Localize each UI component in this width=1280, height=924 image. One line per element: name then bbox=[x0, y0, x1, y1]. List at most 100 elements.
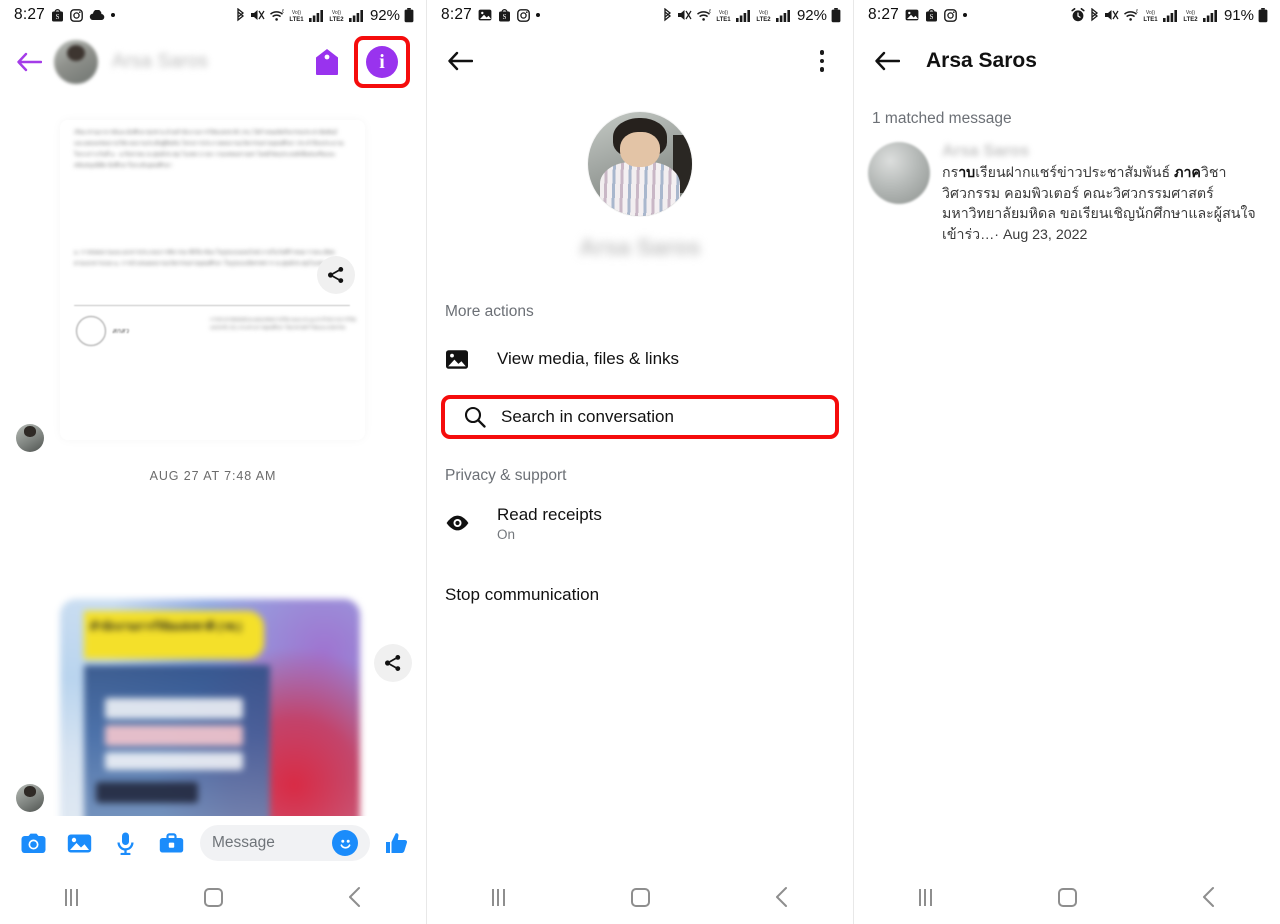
briefcase-icon[interactable] bbox=[148, 832, 194, 854]
battery-icon bbox=[404, 7, 414, 23]
microphone-icon[interactable] bbox=[102, 832, 148, 855]
avatar[interactable] bbox=[54, 40, 98, 84]
status-time-2: 8:27 bbox=[441, 6, 472, 23]
shopee-icon: S bbox=[51, 8, 64, 22]
stop-communication-button[interactable]: Stop communication bbox=[427, 585, 853, 605]
more-options-button[interactable] bbox=[807, 50, 837, 72]
menu-item-read-receipts[interactable]: Read receipts On bbox=[427, 495, 853, 551]
panel-conversation: 8:27 S 6 bbox=[0, 0, 427, 924]
volte-lte2-icon: Vo)) LTE2 bbox=[755, 8, 772, 23]
snippet-line1-bold: าบ bbox=[958, 165, 976, 181]
svg-text:6: 6 bbox=[709, 9, 711, 15]
svg-text:Vo)): Vo)) bbox=[1186, 10, 1196, 16]
snippet-line1-bold2: ภาค bbox=[1174, 165, 1201, 181]
status-time: 8:27 bbox=[14, 6, 45, 23]
share-button[interactable] bbox=[317, 256, 355, 294]
recent-apps-button[interactable] bbox=[895, 888, 955, 906]
profile-avatar[interactable] bbox=[588, 112, 692, 216]
battery-icon bbox=[1258, 7, 1268, 23]
bluetooth-icon bbox=[1089, 7, 1100, 23]
emoji-icon[interactable] bbox=[332, 830, 358, 856]
info-button-highlight[interactable]: i bbox=[354, 36, 410, 88]
volte-lte1-icon: Vo)) LTE1 bbox=[715, 8, 732, 23]
message-thread[interactable]: เรียน ท่านอาจารย์และนักศึกษาทุกท่าน ด้วย… bbox=[0, 94, 426, 899]
result-avatar bbox=[868, 142, 930, 204]
menu-item-label: Read receipts bbox=[497, 504, 602, 524]
photo-shape-2 bbox=[105, 725, 243, 746]
snippet-line1-mid: เรียนฝากแชร์ข่าวประชาสัมพันธ์ bbox=[975, 165, 1175, 181]
volte-lte1-icon: Vo)) LTE1 bbox=[288, 8, 305, 23]
svg-text:S: S bbox=[56, 13, 60, 21]
back-button[interactable] bbox=[12, 45, 46, 79]
status-time-3: 8:27 bbox=[868, 6, 899, 23]
volte-lte2-icon: Vo)) LTE2 bbox=[1182, 8, 1199, 23]
thumbs-up-icon[interactable] bbox=[376, 831, 416, 855]
svg-text:Vo)): Vo)) bbox=[759, 10, 769, 16]
shopee-icon: S bbox=[498, 8, 511, 22]
recent-apps-button[interactable] bbox=[468, 888, 528, 906]
shopee-icon: S bbox=[925, 8, 938, 22]
battery-percent-2: 92% bbox=[796, 6, 827, 24]
doc-text-blur: เรียน ท่านอาจารย์และนักศึกษาทุกท่าน ด้วย… bbox=[74, 130, 344, 169]
cloud-icon bbox=[89, 9, 105, 21]
menu-item-search-in-conversation-highlight[interactable]: Search in conversation bbox=[441, 395, 839, 439]
back-button[interactable] bbox=[870, 44, 904, 78]
home-button[interactable] bbox=[183, 887, 243, 907]
back-nav-button[interactable] bbox=[752, 886, 812, 908]
sender-avatar-2[interactable] bbox=[16, 784, 44, 812]
contact-name[interactable]: Arsa Saros bbox=[112, 51, 208, 73]
menu-item-text-block: Read receipts On bbox=[497, 505, 602, 542]
back-nav-button[interactable] bbox=[325, 886, 385, 908]
svg-text:Vo)): Vo)) bbox=[292, 10, 302, 16]
camera-icon[interactable] bbox=[10, 833, 56, 854]
signal1-icon bbox=[1162, 9, 1178, 22]
volte-lte2-icon: Vo)) LTE2 bbox=[328, 8, 345, 23]
back-button[interactable] bbox=[443, 44, 477, 78]
mute-icon bbox=[250, 8, 265, 22]
wifi-icon: 6 bbox=[1123, 9, 1138, 22]
doc-text-blur-2: ๑. การส่งผลงานและเอกสารประกอบการพิจารณาท… bbox=[74, 250, 335, 267]
bluetooth-icon bbox=[662, 7, 673, 23]
volte-lte1-icon: Vo)) LTE1 bbox=[1142, 8, 1159, 23]
menu-item-label: View media, files & links bbox=[497, 349, 680, 368]
sender-avatar[interactable] bbox=[16, 424, 44, 452]
svg-text:LTE1: LTE1 bbox=[716, 17, 731, 23]
status-bar-right-3: 6 Vo)) LTE1 Vo)) LTE2 91% bbox=[1071, 7, 1268, 24]
gallery-icon[interactable] bbox=[56, 833, 102, 854]
menu-item-view-media[interactable]: View media, files & links bbox=[427, 331, 853, 387]
menu-item-sublabel: On bbox=[497, 526, 516, 542]
status-bar-left-2: 8:27 S bbox=[441, 6, 540, 24]
alarm-icon bbox=[1071, 8, 1085, 22]
search-result-item[interactable]: Arsa Saros กราบเรียนฝากแชร์ข่าวประชาสัมพ… bbox=[854, 128, 1280, 245]
doc-footer: สกสว bbox=[76, 316, 129, 346]
image-icon bbox=[445, 349, 497, 370]
message-composer: Message bbox=[0, 816, 426, 870]
signal1-icon bbox=[308, 9, 324, 22]
snippet-line1-pre: กร bbox=[942, 165, 959, 181]
signal2-icon bbox=[348, 9, 364, 22]
info-icon[interactable]: i bbox=[366, 46, 398, 78]
svg-text:6: 6 bbox=[1136, 9, 1138, 15]
back-nav-button[interactable] bbox=[1179, 886, 1239, 908]
share-button-2[interactable] bbox=[374, 644, 412, 682]
wifi-icon: 6 bbox=[696, 9, 711, 22]
dot-icon bbox=[110, 13, 115, 17]
eye-icon bbox=[445, 514, 497, 532]
section-label-privacy-support: Privacy & support bbox=[445, 467, 567, 484]
svg-text:LTE2: LTE2 bbox=[1183, 17, 1198, 23]
conversation-header: Arsa Saros i bbox=[0, 30, 426, 94]
photo-shape-1 bbox=[105, 698, 243, 719]
profile-header: Arsa Saros bbox=[427, 92, 853, 261]
result-snippet: กราบเรียนฝากแชร์ข่าวประชาสัมพันธ์ ภาควิช… bbox=[942, 163, 1266, 245]
system-navbar-panel3 bbox=[854, 870, 1280, 924]
tag-icon[interactable] bbox=[314, 48, 340, 76]
photo-shape-3 bbox=[105, 752, 243, 770]
home-button[interactable] bbox=[1037, 887, 1097, 907]
recent-apps-button[interactable] bbox=[41, 888, 101, 906]
svg-text:Vo)): Vo)) bbox=[719, 10, 729, 16]
menu-item-label: Search in conversation bbox=[501, 407, 674, 426]
home-button[interactable] bbox=[610, 887, 670, 907]
message-input[interactable]: Message bbox=[200, 825, 370, 861]
photo-icon bbox=[905, 9, 919, 21]
instagram-icon bbox=[70, 8, 83, 22]
